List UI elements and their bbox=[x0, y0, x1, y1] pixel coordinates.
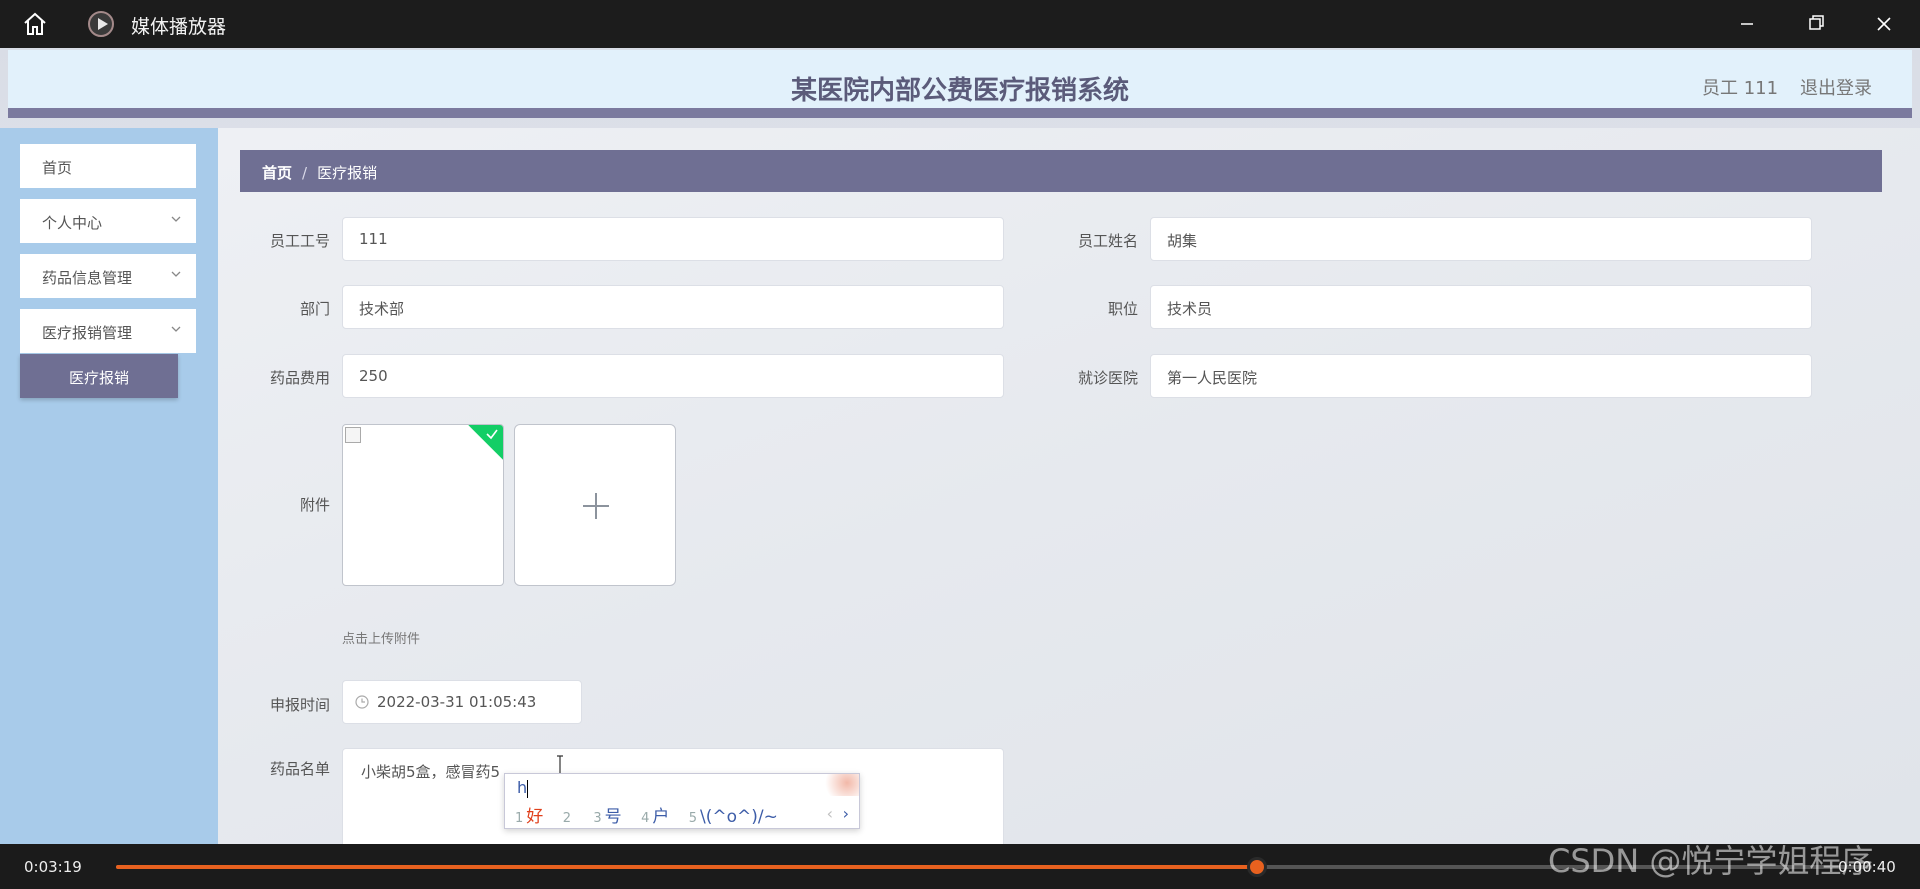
ime-candidate[interactable]: 1好 bbox=[515, 807, 543, 827]
plus-icon bbox=[583, 493, 609, 519]
sidebar-item-label: 首页 bbox=[42, 159, 73, 177]
sidebar: 首页 个人中心 药品信息管理 医疗报销管理 医疗报销 bbox=[0, 128, 218, 844]
chevron-down-icon bbox=[171, 326, 181, 332]
ime-candidate[interactable]: 5 \(^o^)/~ bbox=[689, 807, 778, 827]
department-label: 部门 bbox=[299, 300, 330, 318]
seek-handle[interactable] bbox=[1247, 857, 1268, 877]
drug-list-label: 药品名单 bbox=[269, 760, 330, 778]
chevron-down-icon bbox=[171, 271, 181, 277]
player-app-title: 媒体播放器 bbox=[131, 16, 227, 38]
system-title: 某医院内部公费医疗报销系统 bbox=[790, 76, 1129, 106]
sidebar-item-label: 个人中心 bbox=[42, 214, 103, 232]
current-time: 0:03:19 bbox=[24, 858, 82, 876]
sidebar-item-reimbursement-mgmt[interactable]: 医疗报销管理 bbox=[20, 309, 196, 353]
position-field[interactable]: 技术员 bbox=[1150, 285, 1812, 329]
check-icon bbox=[486, 429, 498, 440]
main-content: 首页 / 医疗报销 员工工号 111 员工姓名 胡集 部门 技术部 职位 技术员 药… bbox=[218, 128, 1920, 844]
upload-hint: 点击上传附件 bbox=[342, 632, 421, 647]
sidebar-item-home[interactable]: 首页 bbox=[20, 144, 196, 188]
upload-attachment-button[interactable] bbox=[514, 424, 676, 586]
drug-cost-label: 药品费用 bbox=[269, 369, 330, 387]
report-time-picker[interactable]: 2022-03-31 01:05:43 bbox=[342, 680, 582, 724]
report-time-label: 申报时间 bbox=[269, 696, 330, 714]
csdn-watermark: CSDN @悦宁学姐程序 bbox=[1548, 842, 1874, 880]
breadcrumb: 首页 / 医疗报销 bbox=[240, 150, 1882, 192]
ime-candidate-window: h 1好 2 3号 4户 5 \(^o^)/~ ‹ › bbox=[504, 773, 860, 829]
broken-image-icon bbox=[345, 427, 361, 443]
player-titlebar: 媒体播放器 bbox=[0, 0, 1920, 48]
sidebar-item-label: 药品信息管理 bbox=[42, 269, 133, 287]
breadcrumb-separator: / bbox=[302, 164, 308, 182]
employee-name-field[interactable]: 胡集 bbox=[1150, 217, 1812, 261]
media-player-app-icon bbox=[88, 11, 114, 37]
seek-bar-progress bbox=[116, 865, 1258, 869]
chevron-down-icon bbox=[171, 216, 181, 222]
ime-skin-decoration bbox=[819, 774, 859, 796]
ime-prev-page[interactable]: ‹ bbox=[827, 804, 833, 823]
minimize-icon[interactable] bbox=[1727, 8, 1767, 40]
employee-id-field[interactable]: 111 bbox=[342, 217, 1004, 261]
report-time-value: 2022-03-31 01:05:43 bbox=[377, 693, 537, 711]
sidebar-item-label: 医疗报销管理 bbox=[42, 324, 133, 342]
ime-next-page[interactable]: › bbox=[843, 804, 849, 823]
sidebar-item-drug-info[interactable]: 药品信息管理 bbox=[20, 254, 196, 298]
logout-link[interactable]: 退出登录 bbox=[1800, 74, 1872, 100]
app-header: 某医院内部公费医疗报销系统 员工 111 退出登录 bbox=[8, 50, 1912, 118]
ime-candidate[interactable]: 3号 bbox=[593, 807, 621, 827]
breadcrumb-current: 医疗报销 bbox=[317, 164, 378, 182]
ime-candidate-list: 1好 2 3号 4户 5 \(^o^)/~ bbox=[515, 802, 792, 827]
drug-cost-field[interactable]: 250 bbox=[342, 354, 1004, 398]
close-icon[interactable] bbox=[1864, 8, 1904, 40]
ime-caret bbox=[527, 780, 528, 798]
position-label: 职位 bbox=[1107, 300, 1138, 318]
employee-name-label: 员工姓名 bbox=[1077, 232, 1138, 250]
reimbursement-app: 某医院内部公费医疗报销系统 员工 111 退出登录 首页 个人中心 药品信息管理… bbox=[0, 48, 1920, 844]
sidebar-subitem-medical-reimbursement[interactable]: 医疗报销 bbox=[20, 354, 178, 398]
clock-icon bbox=[355, 695, 369, 709]
department-field[interactable]: 技术部 bbox=[342, 285, 1004, 329]
hospital-field[interactable]: 第一人民医院 bbox=[1150, 354, 1812, 398]
current-user: 员工 111 bbox=[1702, 78, 1779, 99]
sidebar-item-personal-center[interactable]: 个人中心 bbox=[20, 199, 196, 243]
ime-candidate[interactable]: 4户 bbox=[641, 807, 669, 827]
restore-icon[interactable] bbox=[1796, 8, 1836, 40]
breadcrumb-home[interactable]: 首页 bbox=[262, 164, 292, 182]
employee-id-label: 员工工号 bbox=[269, 232, 330, 250]
text-cursor-icon bbox=[557, 755, 563, 775]
home-icon[interactable] bbox=[22, 12, 48, 36]
hospital-label: 就诊医院 bbox=[1077, 369, 1138, 387]
uploaded-attachment-thumbnail[interactable] bbox=[342, 424, 504, 586]
ime-candidate[interactable]: 2 bbox=[563, 807, 574, 827]
attachment-label: 附件 bbox=[299, 496, 330, 514]
ime-composition: h bbox=[517, 778, 528, 797]
